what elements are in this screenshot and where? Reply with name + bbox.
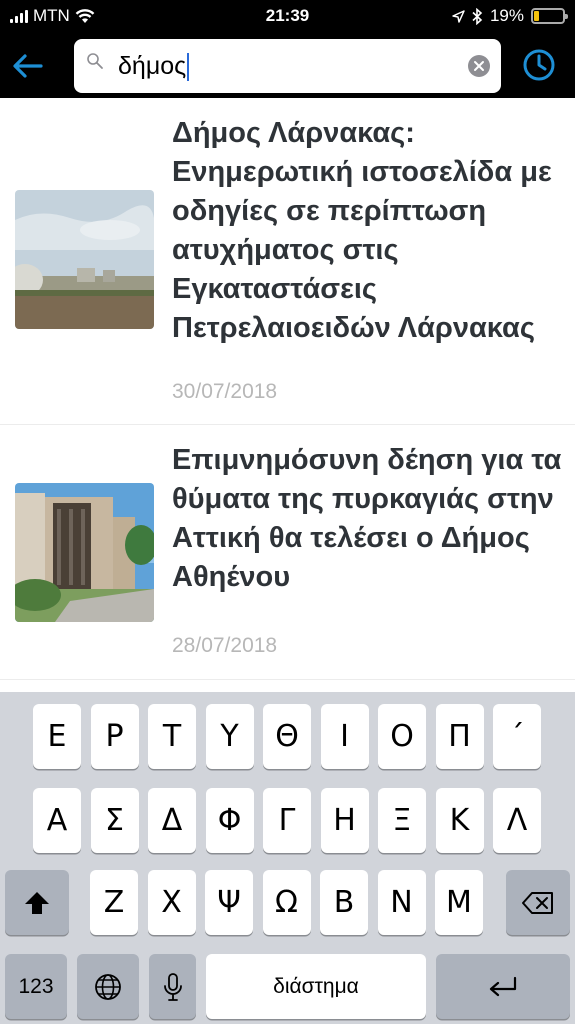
battery-fill [534, 11, 539, 21]
key-Λ[interactable]: Λ [493, 788, 541, 853]
microphone-icon [163, 972, 182, 1001]
key-Κ[interactable]: Κ [435, 788, 484, 853]
clear-button[interactable] [468, 55, 490, 77]
result-date: 30/07/2018 [172, 380, 278, 403]
key-Ο[interactable]: Ο [378, 704, 426, 769]
result-thumbnail [15, 483, 154, 622]
key-Ι[interactable]: Ι [320, 704, 369, 769]
key-Μ[interactable]: Μ [435, 870, 483, 935]
clear-icon [474, 61, 484, 71]
key-Ψ[interactable]: Ψ [205, 870, 253, 935]
return-icon [489, 976, 517, 996]
key-Σ[interactable]: Σ [90, 788, 139, 853]
search-icon [87, 53, 103, 69]
refinery-image [15, 190, 154, 329]
key-Υ[interactable]: Υ [205, 704, 254, 769]
key-Τ[interactable]: Τ [148, 704, 196, 769]
key-Ω[interactable]: Ω [262, 870, 311, 935]
key-Χ[interactable]: Χ [147, 870, 196, 935]
key-Ε[interactable]: Ε [33, 704, 81, 769]
text-caret [187, 53, 190, 82]
return-key[interactable] [436, 954, 570, 1019]
status-right: 19% [452, 6, 568, 26]
key-Δ[interactable]: Δ [148, 788, 196, 853]
search-query: δήμος [118, 52, 187, 80]
backspace-icon [522, 891, 553, 914]
key-Α[interactable]: Α [33, 788, 81, 853]
keyboard: ΕΡΤΥΘΙΟΠ΄ ΑΣΔΦΓΗΞΚΛ ΖΧΨΩΒΝΜ 123 [0, 692, 575, 1024]
globe-icon [95, 973, 121, 1000]
result-item[interactable]: Επιμνημόσυνη δέηση για τα θύματα της πυρ… [0, 425, 575, 680]
battery-icon [531, 8, 568, 24]
search-box[interactable]: δήμος [74, 39, 501, 93]
key-Β[interactable]: Β [320, 870, 368, 935]
key-Θ[interactable]: Θ [263, 704, 311, 769]
search-input[interactable]: δήμος [118, 49, 190, 83]
result-date: 28/07/2018 [172, 634, 278, 657]
shift-key[interactable] [5, 870, 69, 935]
key-Ρ[interactable]: Ρ [90, 704, 139, 769]
battery-percent: 19% [489, 6, 524, 25]
search-results: Δήμος Λάρνακας: Ενημερωτική ιστοσελίδα μ… [0, 98, 575, 692]
bluetooth-icon [472, 7, 483, 25]
location-icon [452, 9, 465, 23]
back-arrow-icon [13, 54, 43, 78]
key-΄[interactable]: ΄ [493, 704, 541, 769]
history-button[interactable] [521, 47, 557, 83]
key-Ζ[interactable]: Ζ [90, 870, 138, 935]
backspace-key[interactable] [506, 870, 570, 935]
globe-key[interactable] [77, 954, 139, 1019]
key-Ν[interactable]: Ν [377, 870, 426, 935]
back-button[interactable] [8, 46, 48, 86]
result-item[interactable]: Δήμος Λάρνακας: Ενημερωτική ιστοσελίδα μ… [0, 98, 575, 425]
result-title: Δήμος Λάρνακας: Ενημερωτική ιστοσελίδα μ… [172, 117, 552, 344]
key-Π[interactable]: Π [435, 704, 484, 769]
key-Η[interactable]: Η [320, 788, 369, 853]
search-header: δήμος [0, 34, 575, 98]
dictation-key[interactable] [149, 954, 196, 1019]
shift-icon [25, 891, 49, 914]
result-thumbnail [15, 190, 154, 329]
key-Γ[interactable]: Γ [263, 788, 311, 853]
numbers-key[interactable]: 123 [5, 954, 67, 1019]
key-Ξ[interactable]: Ξ [378, 788, 426, 853]
status-bar: MTN 21:39 19% [0, 0, 575, 34]
space-key[interactable]: διάστημα [206, 954, 426, 1019]
building-image [15, 483, 154, 622]
result-title: Επιμνημόσυνη δέηση για τα θύματα της πυρ… [172, 444, 562, 593]
history-clock-icon [523, 49, 555, 81]
key-Φ[interactable]: Φ [205, 788, 254, 853]
